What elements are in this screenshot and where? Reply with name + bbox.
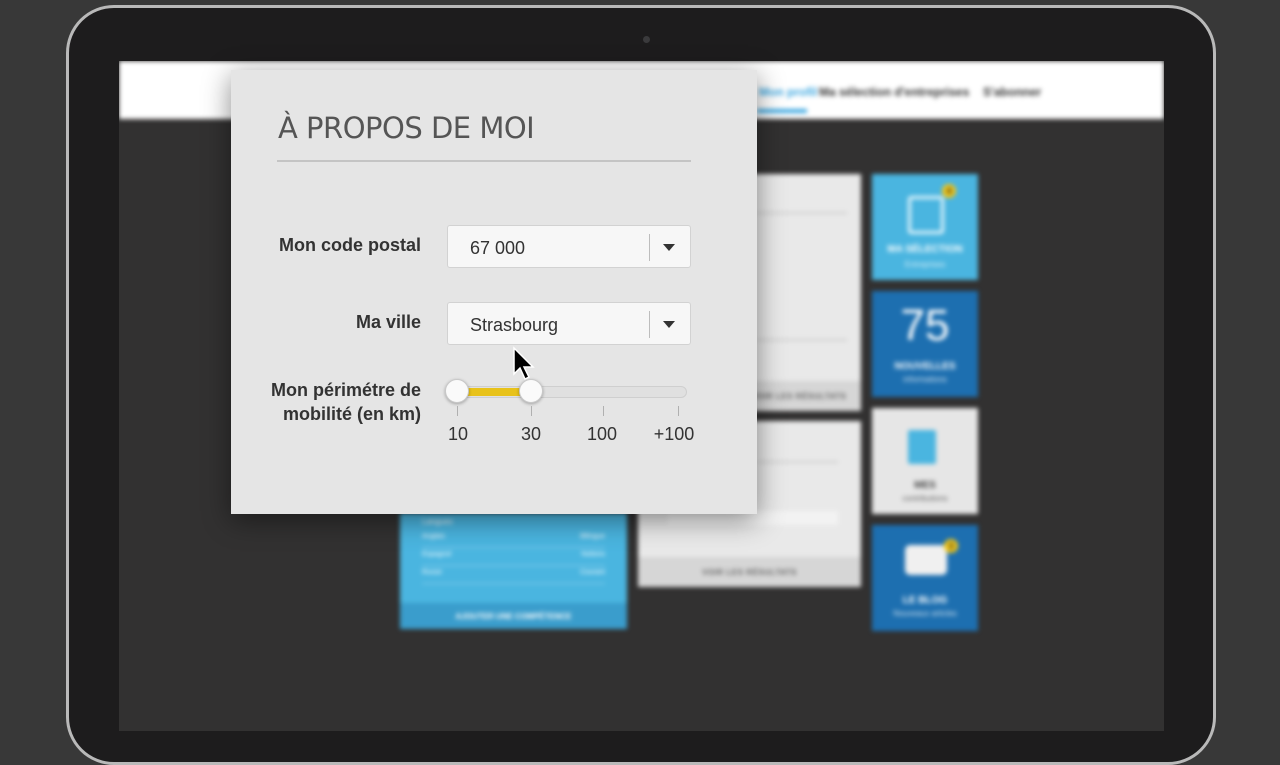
documents-icon xyxy=(908,430,936,464)
panel-title: À PROPOS DE MOI xyxy=(278,111,535,145)
chevron-down-icon[interactable] xyxy=(663,321,675,328)
slider-tick xyxy=(531,406,532,416)
skill-row: Espagnol Notions xyxy=(422,551,605,566)
nav-item-subscribe[interactable]: S'abonner xyxy=(983,85,1041,99)
slider-tick-label: 10 xyxy=(447,424,469,444)
select-separator xyxy=(649,311,650,338)
tile-title: NOUVELLES xyxy=(894,361,956,372)
speech-bubble-icon xyxy=(905,545,947,575)
mobility-label: Mon périmétre de mobilité (en km) xyxy=(231,378,421,426)
nav-active-indicator xyxy=(757,109,807,113)
about-me-panel: À PROPOS DE MOI Mon code postal 67 000 M… xyxy=(231,70,757,514)
skill-level: Courant xyxy=(580,569,605,576)
slider-tick xyxy=(457,406,458,416)
card2-results-button[interactable]: VOIR LES RÉSULTATS xyxy=(638,557,861,587)
tile-news[interactable]: 75 NOUVELLES informations xyxy=(872,291,978,397)
skill-name: Espagnol xyxy=(422,551,452,558)
slider-tick-label: +100 xyxy=(653,424,695,444)
news-count: 75 xyxy=(900,301,950,350)
mobility-label-line1: Mon périmétre de xyxy=(270,380,421,400)
tile-subtitle: informations xyxy=(903,375,947,384)
slider-tick-label: 100 xyxy=(586,424,618,444)
skill-name: Russe xyxy=(422,569,442,576)
postal-code-value: 67 000 xyxy=(470,238,526,258)
postal-code-label: Mon code postal xyxy=(278,235,421,255)
mobility-slider-min-handle[interactable] xyxy=(445,379,469,403)
city-label: Ma ville xyxy=(355,312,421,332)
slider-tick xyxy=(678,406,679,416)
mobility-label-line2: mobilité (en km) xyxy=(282,404,421,424)
tile-title: MA SÉLECTION xyxy=(887,244,963,255)
city-value: Strasbourg xyxy=(470,315,559,335)
tile-subtitle: Nouveaux articles xyxy=(893,609,957,618)
skill-level: Bilingue xyxy=(580,533,605,540)
chevron-down-icon[interactable] xyxy=(663,244,675,251)
tile-title: MES xyxy=(914,480,936,491)
tile-contributions[interactable]: MES contributions xyxy=(872,408,978,514)
select-separator xyxy=(649,234,650,261)
skills-card: Langues Anglais Bilingue Espagnol Notions … xyxy=(400,513,627,629)
tile-blog[interactable]: 3 LE BLOG Nouveaux articles xyxy=(872,525,978,631)
title-divider xyxy=(277,160,691,162)
tile-badge: 4 xyxy=(942,184,956,198)
slider-tick xyxy=(603,406,604,416)
tile-title: LE BLOG xyxy=(902,595,948,606)
phones-icon xyxy=(908,196,944,234)
skills-header: Langues xyxy=(422,517,453,526)
city-select[interactable]: Strasbourg xyxy=(447,302,691,345)
skill-level: Notions xyxy=(581,551,605,558)
camera-icon xyxy=(643,36,650,43)
tile-subtitle: Entreprises xyxy=(904,260,946,269)
mobility-slider-max-handle[interactable] xyxy=(519,379,543,403)
nav-item-profile[interactable]: Mon profil xyxy=(759,85,817,99)
tile-subtitle: contributions xyxy=(902,494,948,503)
skill-row: Anglais Bilingue xyxy=(422,533,605,548)
skill-row: Russe Courant xyxy=(422,569,605,584)
tile-badge: 3 xyxy=(944,539,958,553)
postal-code-select[interactable]: 67 000 xyxy=(447,225,691,268)
nav-item-selection[interactable]: Ma sélection d'entreprises xyxy=(819,85,969,99)
slider-tick-label: 30 xyxy=(520,424,542,444)
mouse-pointer-icon xyxy=(513,346,535,381)
tile-my-selection[interactable]: 4 MA SÉLECTION Entreprises xyxy=(872,174,978,280)
add-skill-button[interactable]: AJOUTER UNE COMPÉTENCE xyxy=(400,603,627,629)
skill-name: Anglais xyxy=(422,533,445,540)
